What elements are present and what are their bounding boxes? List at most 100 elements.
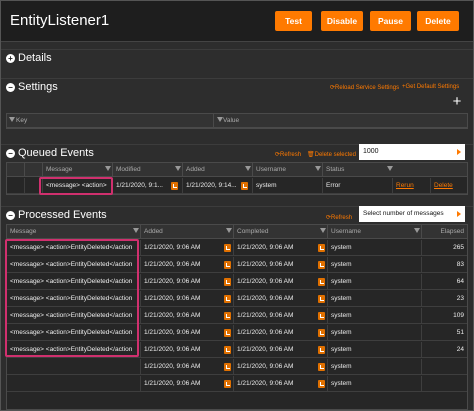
processed-completed-cell: 1/21/2020, 9:06 AM <box>234 240 328 256</box>
queued-column-modified[interactable]: Modified <box>113 163 183 177</box>
processed-column-message[interactable]: Message <box>7 225 141 239</box>
queued-column-username[interactable]: Username <box>253 163 323 177</box>
processed-column-completed[interactable]: Completed <box>234 225 328 239</box>
document-icon[interactable] <box>224 261 231 269</box>
filter-icon[interactable] <box>414 228 420 233</box>
details-section-header[interactable]: + Details <box>1 49 473 67</box>
filter-icon[interactable] <box>320 228 326 233</box>
document-icon[interactable] <box>318 278 325 286</box>
document-icon[interactable] <box>224 346 231 354</box>
document-icon[interactable] <box>241 182 248 190</box>
processed-completed-cell: 1/21/2020, 9:06 AM <box>234 376 328 392</box>
processed-elapsed-cell: 265 <box>453 244 464 251</box>
processed-completed-cell: 1/21/2020, 9:06 AM <box>234 257 328 273</box>
settings-header-row: Key Value <box>7 114 467 128</box>
delete-icon: 🗑 <box>307 152 315 158</box>
document-icon[interactable] <box>224 312 231 320</box>
delete-selected-link[interactable]: 🗑Delete selected <box>307 151 356 158</box>
filter-icon[interactable] <box>387 166 393 171</box>
processed-elapsed-cell <box>422 376 467 392</box>
document-icon[interactable] <box>318 329 325 337</box>
row-delete-link[interactable]: Delete <box>431 178 467 194</box>
document-icon[interactable] <box>318 295 325 303</box>
processed-elapsed-cell: 51 <box>456 329 464 336</box>
collapse-icon[interactable]: − <box>6 83 15 92</box>
document-icon[interactable] <box>224 244 231 252</box>
queued-column-added[interactable]: Added <box>183 163 253 177</box>
processed-added-cell: 1/21/2020, 9:06 AM <box>141 325 234 341</box>
rerun-link[interactable]: Rerun <box>393 178 431 194</box>
document-icon[interactable] <box>224 295 231 303</box>
filter-icon[interactable] <box>9 117 15 122</box>
delete-button[interactable]: Delete <box>417 11 459 31</box>
processed-username-cell: system <box>328 342 422 358</box>
queued-refresh-link[interactable]: ⟳Refresh <box>275 151 301 158</box>
get-default-settings-link[interactable]: +Get Default Settings <box>402 84 459 90</box>
expand-icon[interactable]: + <box>6 54 15 63</box>
queued-column-message[interactable]: Message <box>43 163 113 177</box>
filter-icon[interactable] <box>217 117 223 122</box>
settings-section-header[interactable]: − Settings ⟳Reload Service Settings +Get… <box>1 78 473 96</box>
processed-username-cell: system <box>328 376 422 392</box>
document-icon[interactable] <box>318 346 325 354</box>
processed-added-cell: 1/21/2020, 9:06 AM <box>141 342 234 358</box>
processed-username-cell: system <box>328 274 422 290</box>
processed-column-added[interactable]: Added <box>141 225 234 239</box>
filter-icon[interactable] <box>133 228 139 233</box>
document-icon[interactable] <box>318 244 325 252</box>
processed-message-cell[interactable] <box>7 376 141 392</box>
processed-added-cell: 1/21/2020, 9:06 AM <box>141 274 234 290</box>
document-icon[interactable] <box>224 380 231 388</box>
filter-icon[interactable] <box>105 166 111 171</box>
document-icon[interactable] <box>224 329 231 337</box>
document-icon[interactable] <box>318 363 325 371</box>
caret-right-icon <box>457 211 461 217</box>
processed-username-cell: system <box>328 359 422 375</box>
queued-column-status[interactable]: Status <box>323 163 467 177</box>
select-all-header[interactable] <box>7 163 25 177</box>
filter-icon[interactable] <box>175 166 181 171</box>
document-icon[interactable] <box>318 380 325 388</box>
collapse-icon[interactable]: − <box>6 149 15 158</box>
processed-events-grid: Message Added Completed Username Elapsed… <box>5 224 468 410</box>
document-icon[interactable] <box>318 312 325 320</box>
add-setting-button[interactable]: + <box>450 94 464 109</box>
message-count-select[interactable]: Select number of messages <box>359 206 465 222</box>
reload-service-settings-link[interactable]: ⟳Reload Service Settings <box>330 84 399 91</box>
processed-username-cell: system <box>328 257 422 273</box>
settings-grid: Key Value <box>6 113 468 129</box>
filter-icon[interactable] <box>245 166 251 171</box>
caret-right-icon <box>457 149 461 155</box>
processed-column-username[interactable]: Username <box>328 225 422 239</box>
document-icon[interactable] <box>171 182 178 190</box>
expand-header <box>25 163 43 177</box>
pause-button[interactable]: Pause <box>370 11 411 31</box>
document-icon[interactable] <box>224 278 231 286</box>
collapse-icon[interactable]: − <box>6 211 15 220</box>
processed-completed-cell: 1/21/2020, 9:06 AM <box>234 291 328 307</box>
processed-username-cell: system <box>328 325 422 341</box>
filter-icon[interactable] <box>226 228 232 233</box>
queued-count-select[interactable]: 1000 <box>359 144 465 160</box>
processed-completed-cell: 1/21/2020, 9:06 AM <box>234 325 328 341</box>
disable-button[interactable]: Disable <box>321 11 363 31</box>
document-icon[interactable] <box>224 363 231 371</box>
filter-icon[interactable] <box>315 166 321 171</box>
processed-completed-cell: 1/21/2020, 9:06 AM <box>234 308 328 324</box>
processed-added-cell: 1/21/2020, 9:06 AM <box>141 240 234 256</box>
settings-column-value[interactable]: Value <box>214 114 467 128</box>
processed-message-cell[interactable] <box>7 359 141 375</box>
queued-events-title: Queued Events <box>18 147 94 159</box>
table-row[interactable]: 1/21/2020, 9:06 AM 1/21/2020, 9:06 AM syst… <box>7 376 467 392</box>
table-row[interactable]: 1/21/2020, 9:06 AM 1/21/2020, 9:06 AM syst… <box>7 359 467 375</box>
title-bar: EntityListener1 Test Disable Pause Delet… <box>1 1 473 42</box>
test-button[interactable]: Test <box>275 11 312 31</box>
processed-column-elapsed[interactable]: Elapsed <box>422 225 467 239</box>
document-icon[interactable] <box>318 261 325 269</box>
processed-added-cell: 1/21/2020, 9:06 AM <box>141 376 234 392</box>
queued-header-row: Message Modified Added Username Status <box>7 163 467 177</box>
row-checkbox-cell[interactable] <box>7 178 25 194</box>
settings-column-key[interactable]: Key <box>7 114 214 128</box>
processed-refresh-link[interactable]: ⟳Refresh <box>326 214 352 221</box>
window-title: EntityListener1 <box>10 12 110 29</box>
